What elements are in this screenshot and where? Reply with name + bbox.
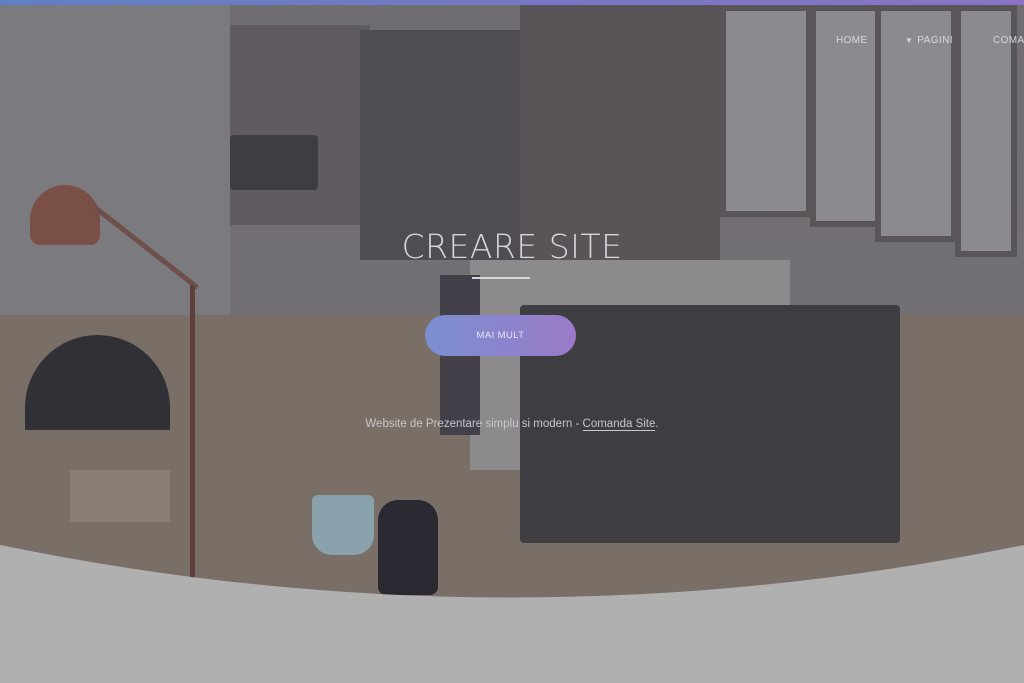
nav-item-pagini[interactable]: ▼ PAGINI [905,35,953,46]
hero-title: CREARE SITE [401,227,623,267]
chevron-down-icon: ▼ [905,36,914,45]
top-accent-bar [0,0,1024,5]
hero-tagline: Website de Prezentare simplu si modern -… [0,417,1024,431]
nav-item-label: PAGINI [917,35,953,46]
tagline-end: . [655,417,659,430]
more-button[interactable]: MAI MULT [425,315,576,356]
nav-item-comanda[interactable]: COMAND [993,35,1024,46]
main-navigation: HOME ▼PAGINI COMAND [0,35,1024,51]
title-divider [472,277,530,279]
order-site-link[interactable]: Comanda Site [582,417,656,431]
tagline-text: Website de Prezentare simplu si modern - [365,417,583,430]
nav-item-home[interactable]: HOME [836,35,868,46]
hero-section: HOME ▼PAGINI COMAND CREARE SITE MAI MULT… [0,5,1024,600]
hero-bottom-curve [0,545,1024,683]
